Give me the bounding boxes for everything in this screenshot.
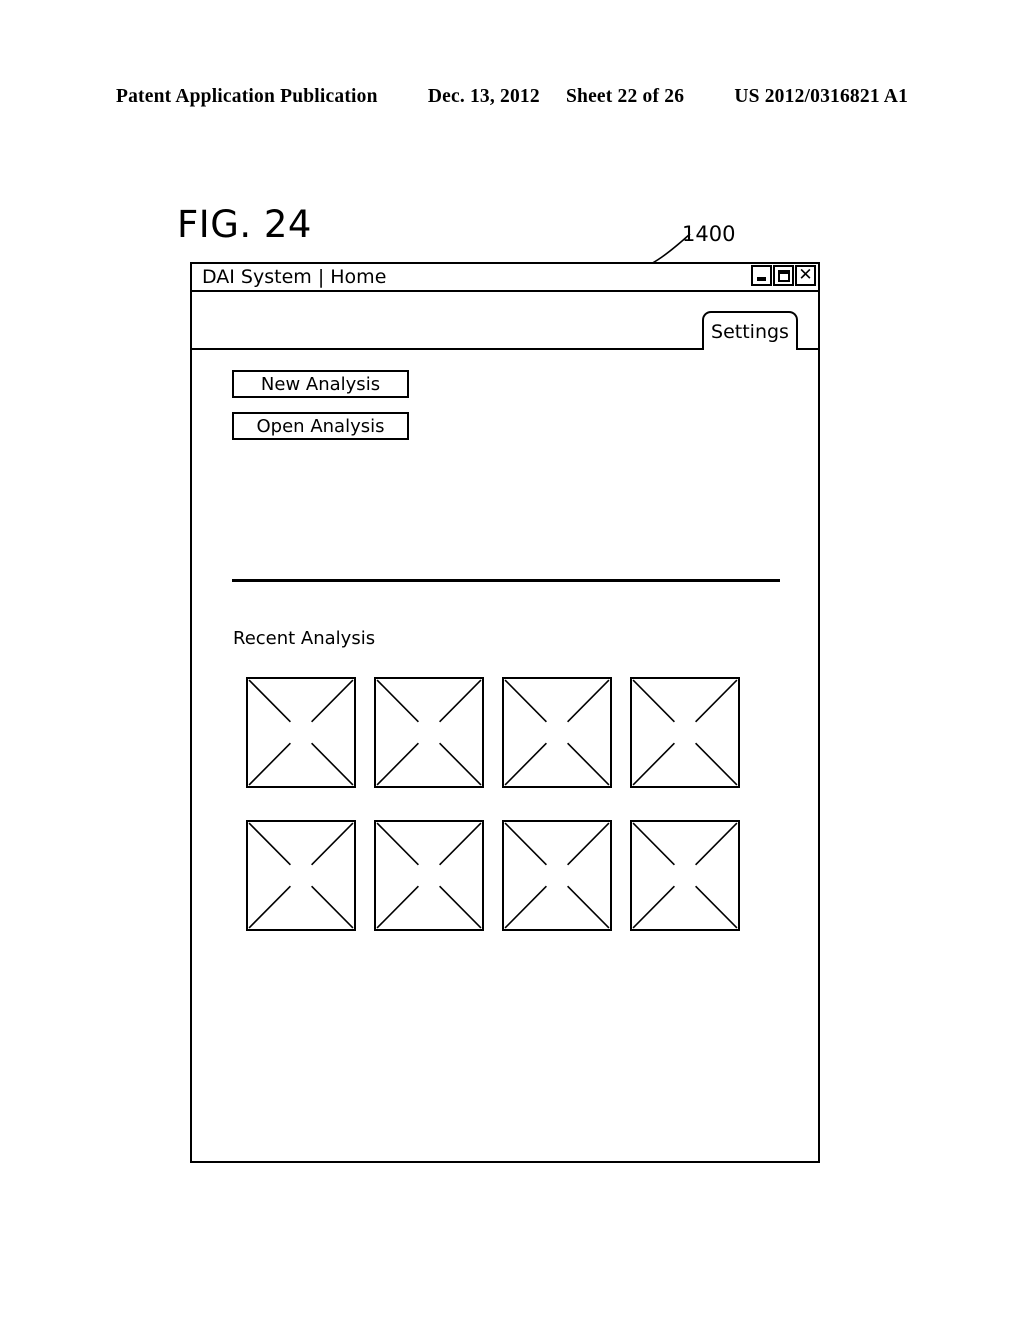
crossed-square-placeholder-icon — [632, 679, 738, 786]
crossed-square-placeholder-icon — [504, 822, 610, 929]
crossed-square-placeholder-icon — [504, 679, 610, 786]
new-analysis-button[interactable]: New Analysis — [232, 370, 409, 398]
section-divider — [232, 579, 780, 582]
close-button[interactable]: ✕ — [795, 265, 816, 286]
crossed-square-placeholder-icon — [376, 822, 482, 929]
recent-analysis-thumbnail[interactable] — [630, 820, 740, 931]
content-pane: New Analysis Open Analysis Recent Analys… — [192, 350, 818, 1162]
window-title-bar: DAI System | Home ✕ — [192, 264, 818, 292]
minimize-icon — [757, 277, 766, 281]
recent-analysis-thumbnail[interactable] — [246, 820, 356, 931]
maximize-icon — [777, 269, 790, 282]
recent-analysis-thumbnail[interactable] — [630, 677, 740, 788]
crossed-square-placeholder-icon — [632, 822, 738, 929]
open-analysis-button[interactable]: Open Analysis — [232, 412, 409, 440]
figure-label: FIG. 24 — [177, 203, 312, 246]
patent-sheet: Sheet 22 of 26 — [565, 86, 685, 107]
recent-analysis-grid — [246, 677, 740, 931]
app-window: DAI System | Home ✕ Settings New Analysi… — [190, 262, 820, 1163]
recent-analysis-thumbnail[interactable] — [246, 677, 356, 788]
recent-analysis-heading: Recent Analysis — [233, 628, 376, 649]
open-analysis-label: Open Analysis — [256, 415, 385, 437]
patent-publication-number: US 2012/0316821 A1 — [734, 86, 909, 107]
crossed-square-placeholder-icon — [248, 679, 354, 786]
tab-settings[interactable]: Settings — [702, 311, 798, 350]
crossed-square-placeholder-icon — [376, 679, 482, 786]
tab-strip: Settings — [192, 292, 818, 350]
new-analysis-label: New Analysis — [260, 373, 381, 395]
recent-analysis-thumbnail[interactable] — [502, 820, 612, 931]
patent-page-header: Patent Application Publication Dec. 13, … — [0, 86, 1024, 108]
window-controls: ✕ — [751, 265, 816, 286]
maximize-button[interactable] — [773, 265, 794, 286]
recent-analysis-thumbnail[interactable] — [374, 677, 484, 788]
tab-settings-label: Settings — [711, 320, 789, 343]
window-title: DAI System | Home — [202, 265, 387, 288]
minimize-button[interactable] — [751, 265, 772, 286]
recent-analysis-thumbnail[interactable] — [374, 820, 484, 931]
recent-analysis-thumbnail[interactable] — [502, 677, 612, 788]
patent-publication-label: Patent Application Publication — [115, 86, 378, 107]
patent-date: Dec. 13, 2012 — [427, 86, 540, 107]
close-icon: ✕ — [798, 265, 813, 285]
crossed-square-placeholder-icon — [248, 822, 354, 929]
